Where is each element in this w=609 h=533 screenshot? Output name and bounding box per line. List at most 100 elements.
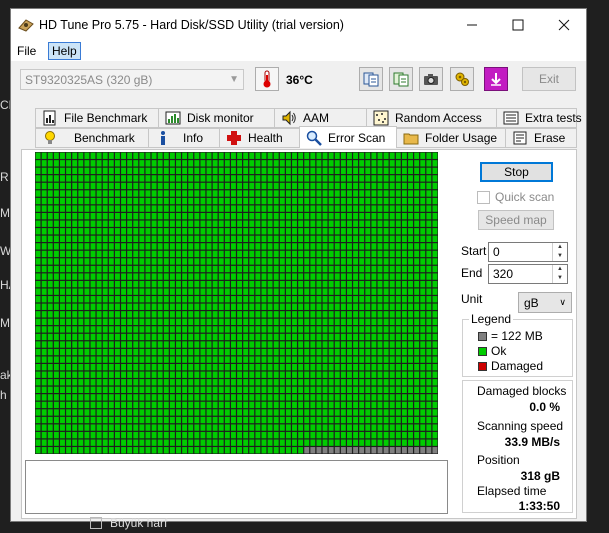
- scan-block: [41, 288, 47, 295]
- tab-file-benchmark[interactable]: File Benchmark: [35, 108, 159, 128]
- scan-block: [224, 160, 230, 167]
- quick-scan-checkbox[interactable]: Quick scan: [477, 190, 554, 204]
- scan-block: [47, 447, 53, 454]
- scan-block: [114, 152, 120, 159]
- scan-block: [60, 265, 65, 273]
- scan-block: [145, 235, 151, 242]
- start-spinner[interactable]: 0 ▲ ▼: [488, 242, 568, 262]
- scan-block: [114, 175, 120, 182]
- scan-block: [121, 356, 126, 363]
- scan-block: [163, 364, 169, 371]
- spin-arrows-icon[interactable]: ▲ ▼: [552, 243, 567, 261]
- scan-block: [377, 160, 383, 167]
- scan-block: [267, 371, 273, 378]
- scan-block: [194, 409, 200, 416]
- scan-block: [151, 364, 157, 371]
- scan-block: [145, 190, 151, 197]
- close-button[interactable]: [541, 9, 586, 41]
- scan-block: [310, 182, 316, 190]
- scan-block: [285, 243, 291, 250]
- minimize-button[interactable]: [449, 9, 495, 41]
- scan-block: [359, 416, 365, 424]
- exit-button[interactable]: Exit: [522, 67, 576, 91]
- scan-log-box[interactable]: [25, 460, 448, 514]
- scan-block: [230, 235, 236, 242]
- copy-all-button[interactable]: [389, 67, 413, 91]
- speed-map-button[interactable]: Speed map: [478, 210, 554, 230]
- scan-block: [285, 190, 291, 197]
- scan-block: [292, 424, 297, 431]
- options-button[interactable]: [450, 67, 474, 91]
- screenshot-button[interactable]: [419, 67, 443, 91]
- download-button[interactable]: [484, 67, 508, 91]
- scan-block: [237, 167, 243, 175]
- copy-info-button[interactable]: [359, 67, 383, 91]
- scan-block: [176, 273, 181, 280]
- tab-random-access[interactable]: Random Access: [366, 108, 497, 128]
- tab-error-scan[interactable]: Error Scan: [299, 126, 397, 148]
- scan-block: [96, 258, 102, 265]
- scan-block: [114, 379, 120, 386]
- scan-block: [365, 401, 371, 409]
- scan-block: [151, 311, 157, 318]
- scan-block: [72, 356, 78, 363]
- stop-button[interactable]: Stop: [480, 162, 553, 182]
- tab-aam[interactable]: AAM: [274, 108, 367, 128]
- scan-block: [316, 197, 322, 205]
- scan-block: [237, 228, 243, 235]
- scan-block: [261, 273, 267, 280]
- scan-block: [206, 197, 212, 205]
- scan-block: [340, 318, 346, 326]
- scan-block: [261, 197, 267, 205]
- scan-block: [169, 439, 175, 446]
- scan-block: [145, 213, 151, 220]
- drive-select[interactable]: ST9320325AS (320 gB) ▼: [20, 69, 244, 90]
- scan-block: [273, 152, 279, 159]
- scan-block: [157, 356, 163, 363]
- scan-block: [72, 439, 78, 446]
- scan-block: [200, 303, 206, 310]
- tab-health[interactable]: Health: [219, 128, 300, 148]
- ok-swatch: [478, 346, 487, 356]
- scan-block: [298, 273, 304, 280]
- scan-block: [408, 333, 413, 341]
- tab-erase[interactable]: Erase: [505, 128, 577, 148]
- scan-block: [249, 160, 255, 167]
- scan-block: [224, 348, 230, 356]
- scan-block: [353, 235, 359, 242]
- scan-block: [371, 243, 377, 250]
- scan-block: [408, 447, 413, 454]
- scan-block: [298, 160, 304, 167]
- scan-block: [414, 228, 420, 235]
- tab-disk-monitor[interactable]: Disk monitor: [158, 108, 275, 128]
- spin-arrows-icon[interactable]: ▲ ▼: [552, 265, 567, 283]
- tab-info[interactable]: Info: [148, 128, 220, 148]
- scan-block: [90, 152, 96, 159]
- scan-block: [133, 205, 139, 212]
- scan-block: [353, 326, 359, 333]
- scan-block: [151, 243, 157, 250]
- tab-extra-tests[interactable]: Extra tests: [496, 108, 582, 128]
- scan-block: [47, 303, 53, 310]
- scan-block: [395, 265, 401, 273]
- tab-benchmark[interactable]: Benchmark: [35, 128, 149, 148]
- scan-block: [334, 409, 340, 416]
- scan-block: [182, 235, 188, 242]
- scan-block: [35, 318, 41, 326]
- thermometer-button[interactable]: [255, 67, 279, 91]
- scan-block: [359, 250, 365, 258]
- checkbox-box[interactable]: [477, 190, 490, 204]
- scan-block: [108, 205, 114, 212]
- scan-block: [157, 348, 163, 356]
- unit-select[interactable]: gB ∨: [518, 292, 572, 313]
- tab-folder-usage[interactable]: Folder Usage: [396, 128, 506, 148]
- scan-block: [255, 228, 261, 235]
- end-spinner[interactable]: 320 ▲ ▼: [488, 264, 568, 284]
- menu-file[interactable]: File: [14, 43, 39, 59]
- maximize-button[interactable]: [495, 9, 541, 41]
- scan-block: [53, 356, 59, 363]
- menu-help[interactable]: Help: [48, 42, 81, 60]
- scan-block: [90, 197, 96, 205]
- scan-block: [102, 341, 108, 348]
- scan-block: [304, 182, 310, 190]
